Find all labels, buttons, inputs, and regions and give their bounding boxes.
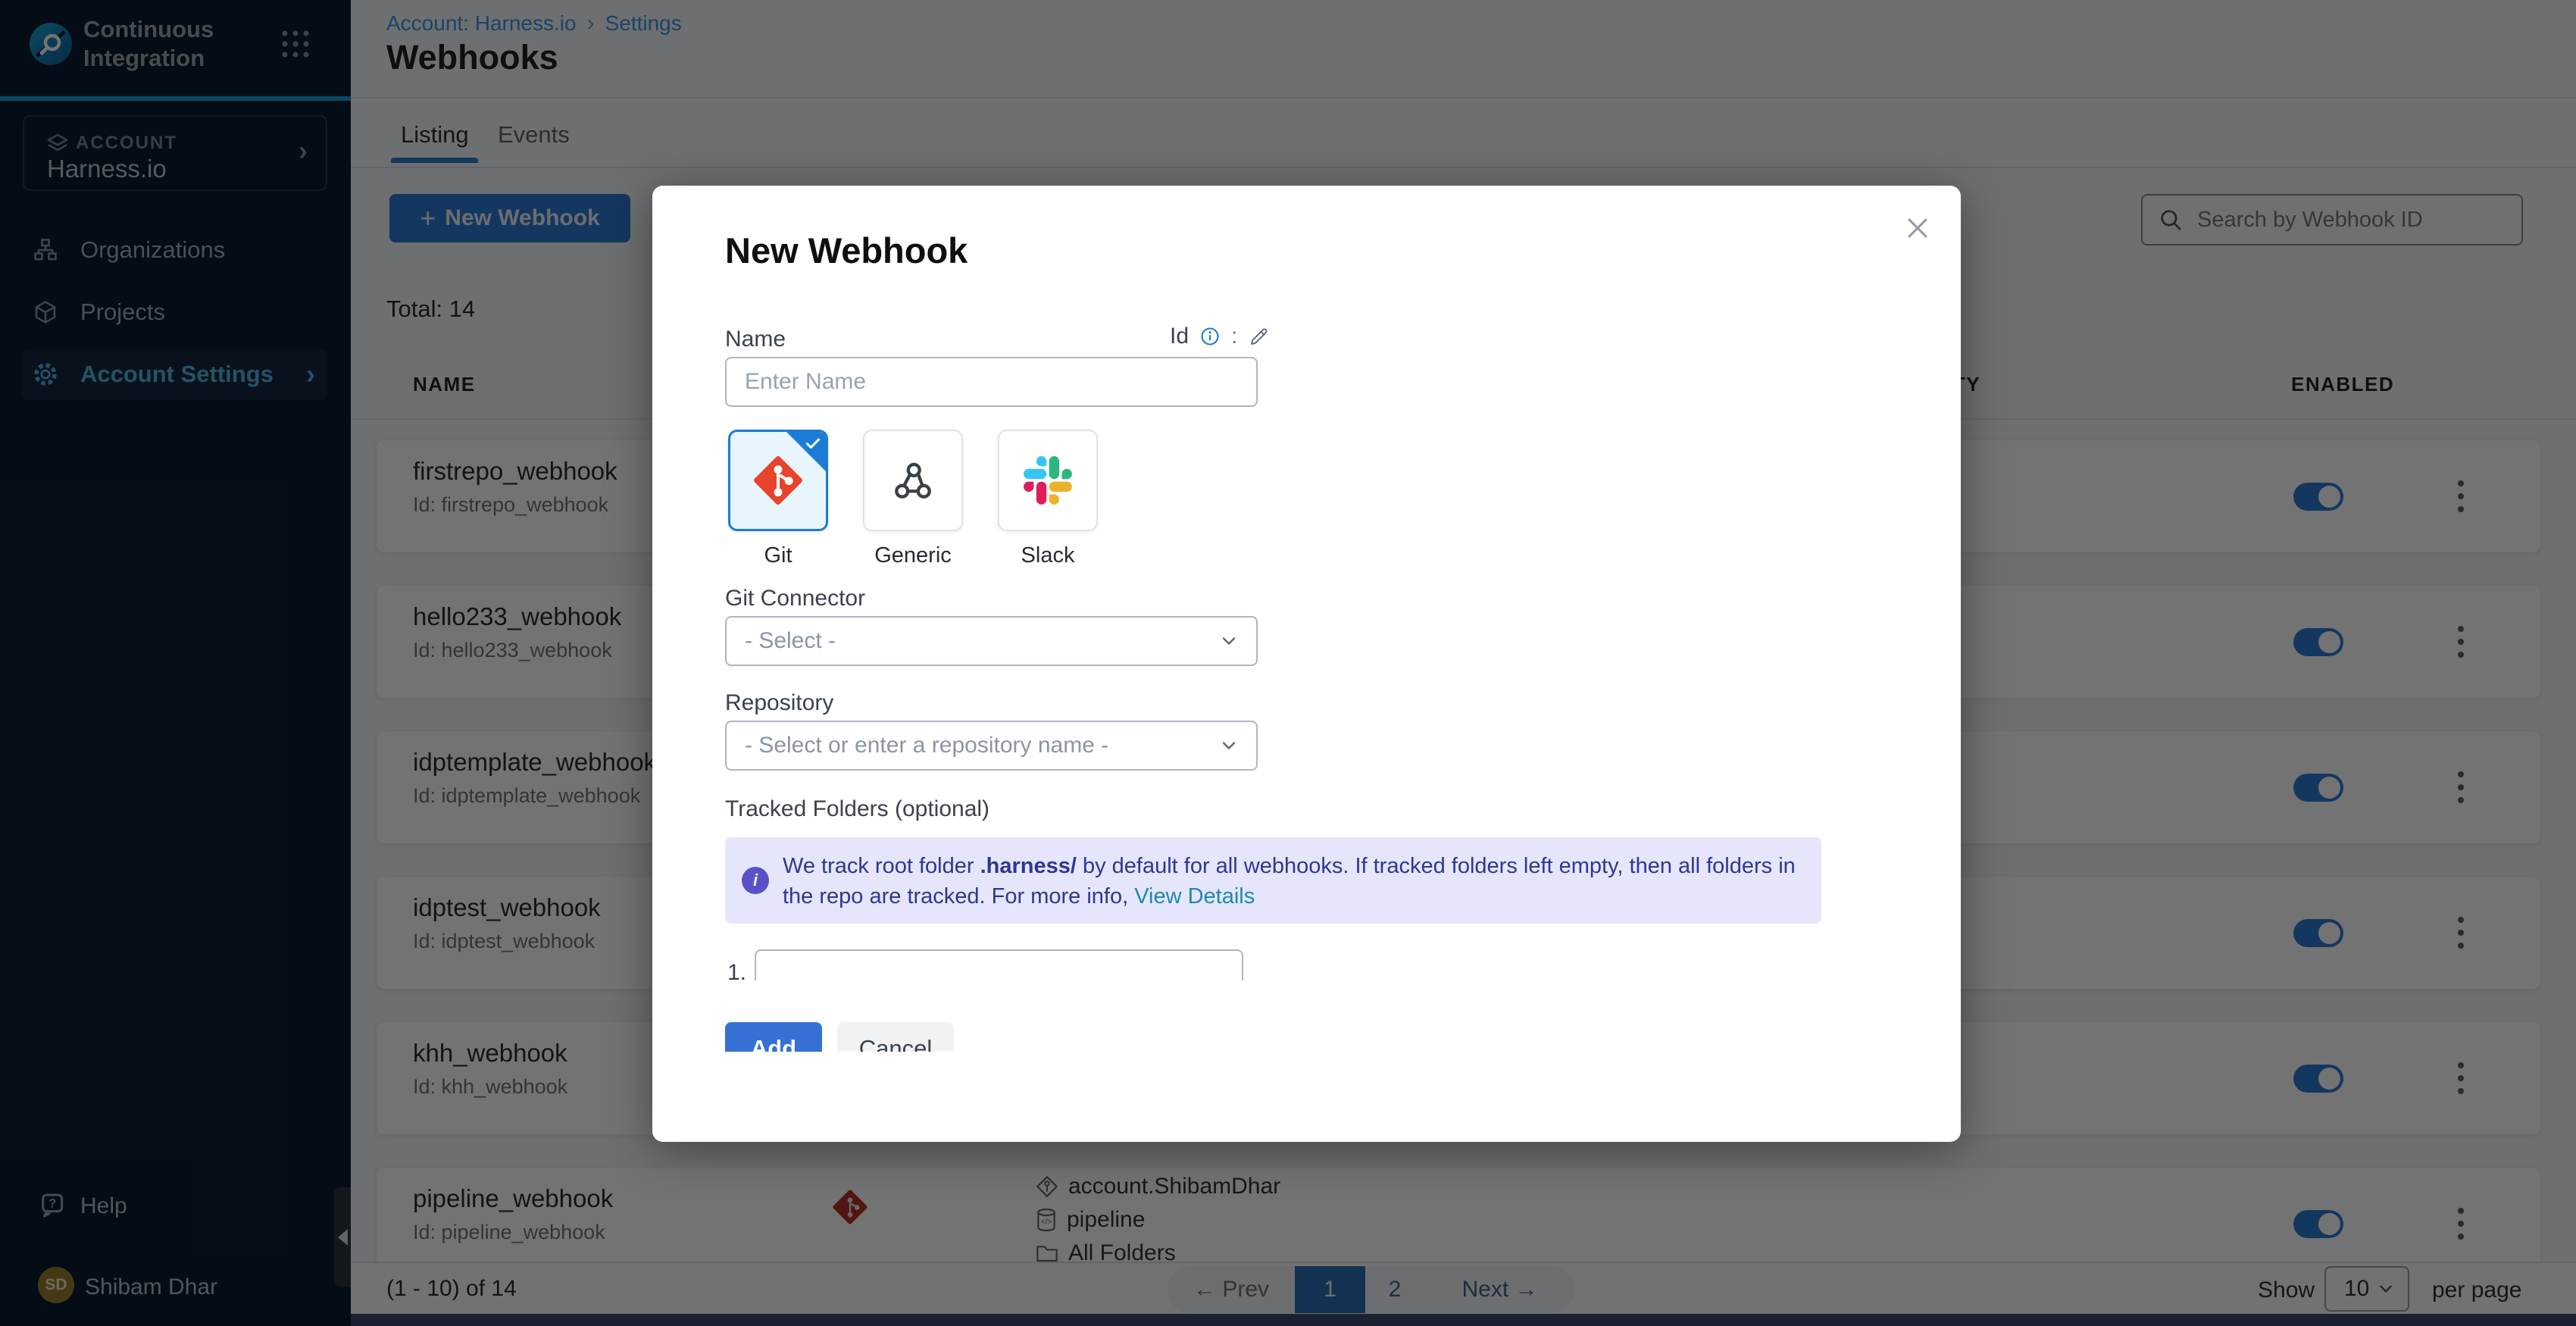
repository-select[interactable]: - Select or enter a repository name -: [725, 721, 1258, 771]
tile-label-slack: Slack: [998, 543, 1098, 568]
git-connector-value: - Select -: [745, 628, 836, 654]
add-button[interactable]: Add: [725, 1022, 822, 1052]
check-icon: [803, 433, 823, 453]
modal-actions: Add Cancel: [725, 1022, 1043, 1052]
type-tile-generic[interactable]: [863, 430, 963, 531]
modal-form: Name Id :: [652, 186, 1961, 980]
info-text-bold: .harness/: [980, 854, 1077, 878]
info-text-1: We track root folder: [783, 854, 980, 878]
repository-value: - Select or enter a repository name -: [745, 733, 1108, 758]
name-label: Name: [725, 327, 786, 352]
info-icon: i: [742, 867, 769, 894]
chevron-down-icon: [1218, 735, 1240, 756]
tile-label-git: Git: [728, 543, 828, 568]
tracked-folders-info-banner: i We track root folder .harness/ by defa…: [725, 837, 1821, 924]
git-connector-select[interactable]: - Select -: [725, 616, 1258, 666]
folder-row-index: 1.: [727, 960, 746, 980]
id-label: Id: [1170, 324, 1189, 349]
tracked-folder-input[interactable]: [755, 949, 1243, 980]
view-details-link[interactable]: View Details: [1134, 884, 1255, 908]
slack-logo-icon: [1024, 456, 1072, 505]
new-webhook-modal: New Webhook Name Id :: [652, 186, 1961, 1142]
info-icon[interactable]: [1199, 326, 1221, 347]
id-colon: :: [1231, 324, 1237, 349]
id-row: Id :: [1170, 324, 1271, 349]
tile-label-generic: Generic: [863, 543, 963, 568]
type-tile-git[interactable]: [728, 430, 828, 531]
webhook-name-input[interactable]: [725, 357, 1258, 407]
app-root: Continuous Integration ACCOUNT Harness.i…: [0, 0, 2576, 1326]
edit-pencil-icon[interactable]: [1248, 325, 1271, 348]
info-text: We track root folder .harness/ by defaul…: [783, 851, 1805, 912]
chevron-down-icon: [1218, 630, 1240, 652]
type-tile-slack[interactable]: [998, 430, 1098, 531]
tracked-folders-label: Tracked Folders (optional): [725, 796, 989, 822]
repository-label: Repository: [725, 690, 833, 716]
cancel-button[interactable]: Cancel: [837, 1022, 954, 1052]
generic-webhook-icon: [889, 457, 936, 504]
git-connector-label: Git Connector: [725, 586, 865, 611]
